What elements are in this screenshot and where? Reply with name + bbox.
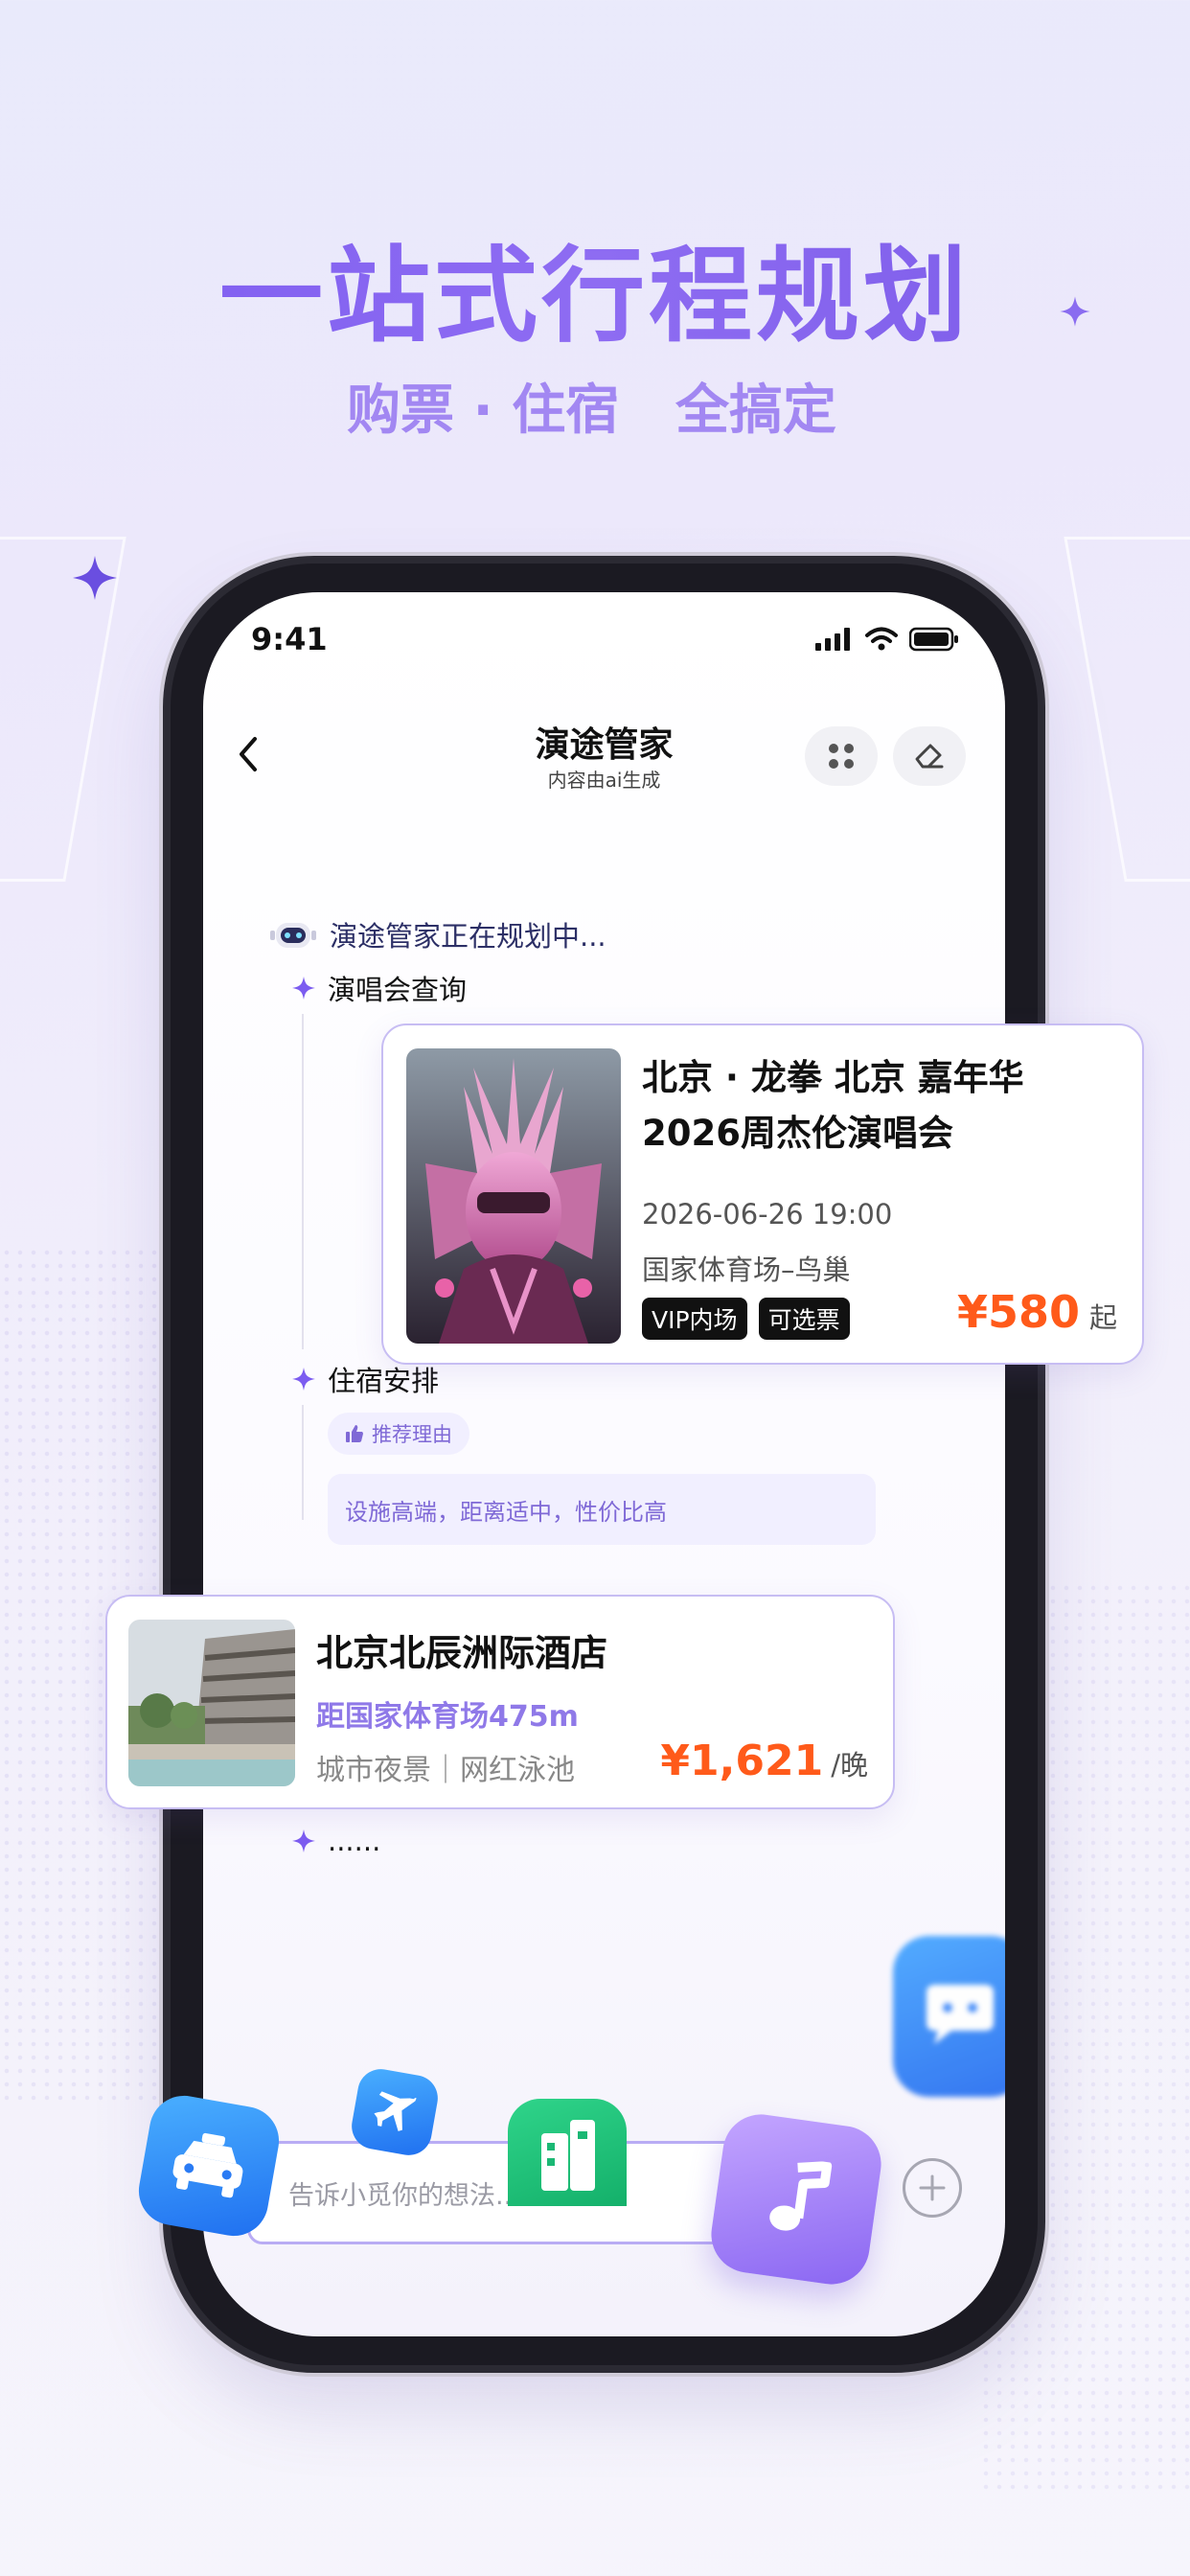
sparkle-icon [292, 1829, 315, 1852]
menu-button[interactable] [805, 726, 878, 786]
phone-side-button [161, 882, 169, 939]
concert-title: 北京 · 龙拳 北京 嘉年华 2026周杰伦演唱会 [642, 1057, 1024, 1154]
sparkle-icon [73, 556, 117, 600]
airplane-glyph [374, 2091, 417, 2131]
section-label: 演唱会查询 [328, 974, 468, 1006]
clear-button[interactable] [893, 726, 966, 786]
assistant-status: 演途管家正在规划中... [270, 914, 606, 954]
status-bar: 9:41 [203, 592, 1005, 688]
timeline-line [302, 1014, 304, 1349]
sparkle-icon [292, 1368, 315, 1391]
background-line [1064, 537, 1190, 882]
building-icon [508, 2099, 627, 2206]
grid-icon [829, 744, 854, 769]
section-label: 住宿安排 [328, 1365, 440, 1397]
hero-subtitle-left: 购票 · 住宿 [347, 380, 620, 442]
hotel-price: ¥1,621 /晚 [660, 1736, 868, 1785]
page-title: 演途管家 [535, 725, 674, 765]
phone-screen: 9:41 演途管家 内容由ai生成 演途管家正在规划中... 演唱会查询 住宿安… [203, 592, 1005, 2336]
section-lodging: 住宿安排 [291, 1359, 439, 1399]
hero-subtitle-right: 全搞定 [675, 380, 836, 442]
hotel-name: 北京北辰洲际酒店 [316, 1632, 608, 1674]
hotel-photo [128, 1620, 295, 1786]
concert-poster [406, 1048, 621, 1344]
music-note-glyph [769, 2161, 833, 2231]
concert-price-value: ¥580 [956, 1286, 1080, 1338]
recommend-reason: 设施高端，距离适中，性价比高 [328, 1474, 876, 1545]
recommend-tag: 推荐理由 [328, 1413, 469, 1455]
thumbs-up-icon [346, 1425, 363, 1442]
robot-icon [270, 923, 316, 948]
chat-bubble-glyph [927, 1985, 994, 2044]
hotel-tags: 城市夜景｜网红泳池 [316, 1754, 575, 1787]
sparkle-icon [292, 977, 315, 1000]
concert-tag: VIP内场 [642, 1298, 747, 1340]
concert-tag: 可选票 [758, 1298, 850, 1340]
signal-icon [815, 628, 850, 651]
status-time: 9:41 [251, 621, 328, 657]
concert-poster-image [406, 1048, 621, 1344]
sparkle-icon [1060, 296, 1090, 327]
section-label: ...... [328, 1825, 381, 1857]
phone-side-button [161, 997, 169, 1112]
add-button[interactable] [903, 2158, 962, 2218]
concert-tags: VIP内场 可选票 [642, 1298, 850, 1340]
hotel-price-value: ¥1,621 [660, 1736, 824, 1785]
music-icon [706, 2109, 886, 2289]
phone-side-button [161, 1150, 169, 1265]
building-glyph [541, 2120, 595, 2191]
battery-icon [909, 627, 958, 652]
chat-bubble-icon [893, 1936, 1005, 2097]
timeline-line [302, 1405, 304, 1520]
page-subtitle: 内容由ai生成 [547, 769, 661, 792]
assistant-status-text: 演途管家正在规划中... [330, 920, 606, 953]
concert-price-suffix: 起 [1088, 1301, 1117, 1334]
phone-frame: 9:41 演途管家 内容由ai生成 演途管家正在规划中... 演唱会查询 住宿安… [171, 564, 1038, 2365]
status-icons [815, 627, 959, 652]
hotel-price-suffix: /晚 [831, 1749, 868, 1782]
chat-input-placeholder: 告诉小觅你的想法... [288, 2180, 520, 2211]
airplane-icon [348, 2065, 442, 2159]
concert-datetime: 2026-06-26 19:00 [642, 1198, 893, 1230]
eraser-icon [915, 744, 944, 769]
section-concert-query: 演唱会查询 [291, 968, 467, 1008]
section-more: ...... [291, 1825, 380, 1857]
concert-venue: 国家体育场–鸟巢 [642, 1254, 851, 1286]
hotel-distance: 距国家体育场475m [316, 1700, 579, 1734]
taxi-icon [133, 2090, 285, 2242]
hotel-photo-image [128, 1620, 295, 1786]
concert-card[interactable]: 北京 · 龙拳 北京 嘉年华 2026周杰伦演唱会 2026-06-26 19:… [381, 1024, 1144, 1365]
wifi-icon [865, 627, 898, 651]
concert-price: ¥580 起 [957, 1286, 1117, 1338]
plus-icon [919, 2174, 946, 2201]
hero-title: 一站式行程规划 [0, 213, 1190, 362]
hotel-card[interactable]: 北京北辰洲际酒店 距国家体育场475m 城市夜景｜网红泳池 ¥1,621 /晚 [105, 1595, 895, 1809]
taxi-glyph [172, 2132, 243, 2198]
recommend-tag-label: 推荐理由 [372, 1423, 452, 1446]
